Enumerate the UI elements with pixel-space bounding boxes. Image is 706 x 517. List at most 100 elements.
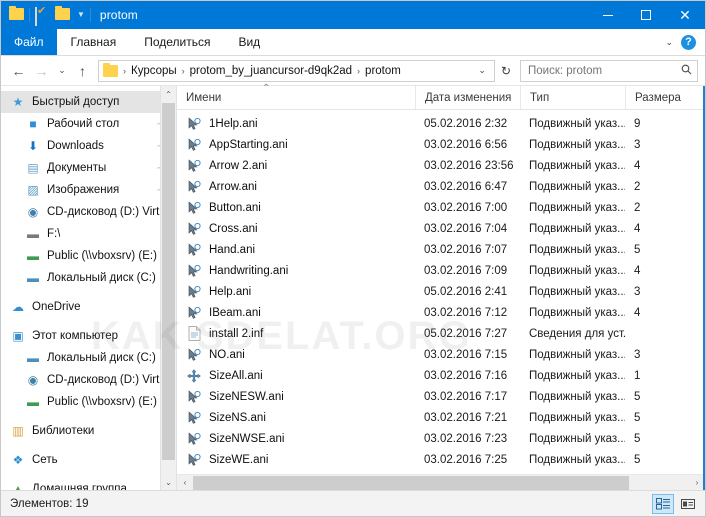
ribbon-right-controls: ⌄ ? [665,29,705,55]
file-name-cell[interactable]: Arrow 2.ani [177,158,415,174]
file-name-cell[interactable]: SizeNS.ani [177,410,415,426]
sidebar-item-label: Изображения [47,184,120,196]
qat-divider-2 [89,8,91,22]
folder-icon[interactable] [9,6,24,22]
table-row[interactable]: Arrow 2.ani 03.02.2016 23:56 Подвижный ука… [177,155,705,176]
table-row[interactable]: SizeAll.ani 03.02.2016 7:16 Подвижный указ… [177,365,705,386]
refresh-icon[interactable]: ↻ [497,64,515,78]
sidebar-item-7[interactable]: ▬ Public (\\vboxsrv) (E:) [1,245,176,267]
up-button[interactable]: ↑ [72,60,93,82]
chevron-down-icon[interactable]: ⌄ [473,65,491,76]
hscroll-track[interactable] [193,475,689,491]
sidebar-item-3[interactable]: ▤Документы📌 [1,157,176,179]
table-row[interactable]: SizeNESW.ani 03.02.2016 7:17 Подвижный ука… [177,386,705,407]
scroll-down-icon[interactable]: ⌄ [161,474,176,490]
sidebar-item-4[interactable]: ▨Изображения📌 [1,179,176,201]
breadcrumb-item-1[interactable]: protom_by_juancursor-d9qk2ad [188,65,354,77]
maximize-button[interactable] [627,1,665,29]
table-row[interactable]: IBeam.ani 03.02.2016 7:12 Подвижный указ..… [177,302,705,323]
scrollbar-thumb[interactable] [162,103,175,460]
file-name-cell[interactable]: SizeNWSE.ani [177,431,415,447]
navigation-scrollbar[interactable]: ⌃ ⌄ [160,86,176,490]
tab-view[interactable]: Вид [224,29,274,55]
new-folder-icon[interactable] [55,6,70,22]
sidebar-item-8[interactable]: ▬ Локальный диск (C:) [1,267,176,289]
table-row[interactable]: SizeWE.ani 03.02.2016 7:25 Подвижный указ.… [177,449,705,470]
search-icon[interactable] [681,64,692,78]
table-row[interactable]: 1Help.ani 05.02.2016 2:32 Подвижный указ..… [177,113,705,134]
scroll-left-icon[interactable]: ‹ [177,478,193,487]
hscroll-thumb[interactable] [193,475,630,490]
hard-drive-icon: ▬ [27,271,39,285]
breadcrumb-item-0[interactable]: Курсоры [129,65,179,77]
sidebar-item-2[interactable]: ⬇Downloads📌 [1,135,176,157]
file-name-cell[interactable]: SizeNESW.ani [177,389,415,405]
back-button[interactable]: ← [8,60,29,82]
tiles-view-icon[interactable] [677,494,699,514]
file-name-cell[interactable]: AppStarting.ani [177,137,415,153]
breadcrumb[interactable]: › Курсоры › protom_by_juancursor-d9qk2ad… [98,59,495,82]
horizontal-scrollbar[interactable]: ‹ › [177,474,705,490]
table-row[interactable]: NO.ani 03.02.2016 7:15 Подвижный указ... 3 [177,344,705,365]
sidebar-item-16[interactable]: ▲ Домашняя группа [1,478,176,490]
sidebar-item-14[interactable]: ▥ Библиотеки [1,420,176,442]
file-name-cell[interactable]: Handwriting.ani [177,263,415,279]
file-name-cell[interactable]: IBeam.ani [177,305,415,321]
table-row[interactable]: Arrow.ani 03.02.2016 6:47 Подвижный указ..… [177,176,705,197]
sidebar-item-5[interactable]: ◉ CD-дисковод (D:) VirtualE [1,201,176,223]
file-size-cell: 2 [634,201,641,214]
file-type-cell: Подвижный указ... [529,159,625,172]
table-row[interactable]: SizeNS.ani 03.02.2016 7:21 Подвижный указ.… [177,407,705,428]
file-type-cell: Подвижный указ... [529,306,625,319]
file-name-cell[interactable]: 1Help.ani [177,116,415,132]
scroll-up-icon[interactable]: ⌃ [161,86,176,102]
table-row[interactable]: Button.ani 03.02.2016 7:00 Подвижный указ.… [177,197,705,218]
file-name-cell[interactable]: Hand.ani [177,242,415,258]
sidebar-item-10[interactable]: ▣ Этот компьютер [1,325,176,347]
tab-file[interactable]: Файл [1,29,57,55]
file-name-cell[interactable]: install 2.inf [177,326,415,342]
sidebar-item-12[interactable]: ◉ CD-дисковод (D:) VirtualE [1,369,176,391]
file-name-cell[interactable]: Cross.ani [177,221,415,237]
sidebar-item-13[interactable]: ▬ Public (\\vboxsrv) (E:) [1,391,176,413]
column-header-type[interactable]: Тип [520,85,625,110]
file-name-cell[interactable]: SizeWE.ani [177,452,415,468]
chevron-down-icon[interactable]: ⌄ [665,37,673,48]
table-row[interactable]: Help.ani 05.02.2016 2:41 Подвижный указ...… [177,281,705,302]
table-row[interactable]: Cross.ani 03.02.2016 7:04 Подвижный указ..… [177,218,705,239]
table-row[interactable]: AppStarting.ani 03.02.2016 6:56 Подвижный … [177,134,705,155]
file-name-label: NO.ani [209,348,245,361]
sidebar-item-6[interactable]: ▬ F:\ [1,223,176,245]
breadcrumb-item-2[interactable]: protom [363,65,403,77]
chevron-down-icon[interactable]: ▼ [77,11,85,19]
details-view-icon[interactable] [652,493,674,514]
table-row[interactable]: Hand.ani 03.02.2016 7:07 Подвижный указ...… [177,239,705,260]
sidebar-item-9[interactable]: ☁ OneDrive [1,296,176,318]
sidebar-item-15[interactable]: ❖ Сеть [1,449,176,471]
table-row[interactable]: Handwriting.ani 03.02.2016 7:09 Подвижный … [177,260,705,281]
column-header-name[interactable]: ⌃ Имени [177,83,415,110]
tab-share[interactable]: Поделиться [130,29,224,55]
file-type-cell: Подвижный указ... [529,180,625,193]
file-name-cell[interactable]: Help.ani [177,284,415,300]
tab-home[interactable]: Главная [57,29,131,55]
search-input[interactable]: Поиск: protom [520,59,698,82]
file-date-cell: 03.02.2016 7:00 [424,201,508,214]
file-name-cell[interactable]: Button.ani [177,200,415,216]
minimize-button[interactable] [589,1,627,29]
table-row[interactable]: install 2.inf 05.02.2016 7:27 Сведения для… [177,323,705,344]
sidebar-item-11[interactable]: ▬ Локальный диск (C:) [1,347,176,369]
file-size-cell: 5 [634,411,641,424]
help-icon[interactable]: ? [681,34,696,50]
table-row[interactable]: SizeNWSE.ani 03.02.2016 7:23 Подвижный ука… [177,428,705,449]
recent-locations-icon[interactable]: ⌄ [54,60,70,82]
sidebar-item-0[interactable]: ★ Быстрый доступ [1,91,176,113]
file-name-cell[interactable]: NO.ani [177,347,415,363]
properties-icon[interactable] [35,7,50,26]
file-name-cell[interactable]: SizeAll.ani [177,368,415,384]
file-name-cell[interactable]: Arrow.ani [177,179,415,195]
close-button[interactable]: ✕ [665,1,705,29]
sidebar-item-1[interactable]: ■Рабочий стол📌 [1,113,176,135]
column-header-date[interactable]: Дата изменения [415,85,520,110]
column-header-size[interactable]: Размера [625,85,705,110]
